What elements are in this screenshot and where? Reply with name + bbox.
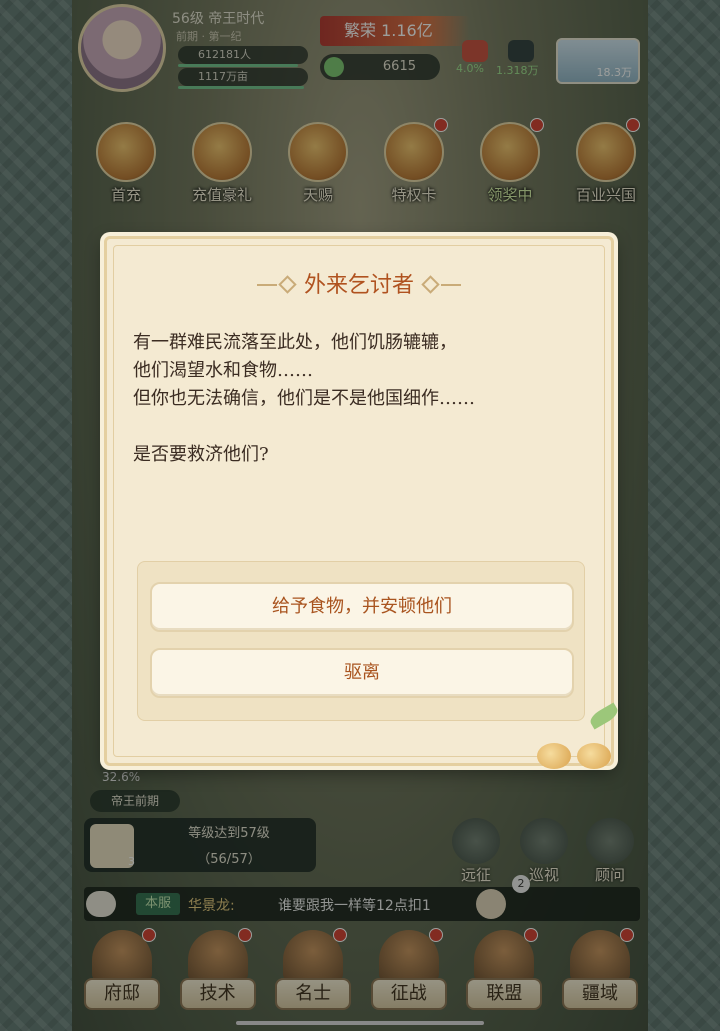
dialog-line: 但你也无法确信，他们是不是他国细作…… — [133, 388, 475, 409]
chat-badge: 2 — [512, 875, 530, 893]
stat-a-value: 1.318万 — [496, 64, 539, 77]
dialog-title-row: 外来乞讨者 — [107, 269, 611, 303]
chat-channel-tag: 本服 — [136, 893, 180, 915]
era-progress-percent: 32.6% — [102, 770, 141, 784]
reward-icon — [480, 122, 540, 182]
nav-scholars[interactable]: 名士 — [269, 928, 357, 1018]
dialog-title: 外来乞讨者 — [303, 273, 414, 298]
task-text: 等级达到57级 — [188, 826, 270, 841]
bird-icon — [537, 743, 571, 769]
birds-decoration — [533, 702, 621, 769]
accept-refugees-button[interactable]: 给予食物，并安顿他们 — [150, 582, 574, 632]
land-bar: 1117万亩 — [178, 68, 308, 89]
scroll-count: 3 — [128, 855, 135, 868]
advisor-icon[interactable] — [508, 40, 534, 62]
event-dialog: 外来乞讨者 有一群难民流落至此处，他们饥肠辘辘， 他们渴望水和食物…… 但你也无… — [104, 236, 621, 769]
alert-dot — [524, 928, 539, 942]
dialog-body: 有一群难民流落至此处，他们饥肠辘辘， 他们渴望水和食物…… 但你也无法确信，他们… — [133, 329, 593, 469]
stat-b-value: 18.3万 — [596, 66, 633, 79]
first-recharge-icon — [96, 122, 156, 182]
fist-icon[interactable] — [476, 889, 506, 919]
expel-refugees-button[interactable]: 驱离 — [150, 648, 574, 698]
right-pattern-border — [648, 0, 720, 1031]
alert-dot — [428, 928, 443, 942]
alert-dot — [142, 928, 156, 942]
player-era: 前期 · 第一纪 — [176, 30, 242, 43]
title-ornament-right — [441, 284, 461, 286]
population-value: 612181人 — [198, 48, 251, 61]
left-pattern-border — [0, 0, 72, 1031]
era-tag: 帝王前期 — [90, 790, 180, 812]
population-bar: 612181人 — [178, 46, 308, 67]
region-thumbnail[interactable]: 18.3万 — [556, 38, 640, 84]
land-value: 1117万亩 — [198, 70, 248, 83]
land-fill — [178, 86, 304, 89]
advisor-portrait-icon — [586, 818, 634, 864]
nav-campaign[interactable]: 征战 — [365, 928, 453, 1018]
home-indicator[interactable] — [236, 1021, 484, 1025]
coin-icon — [324, 57, 344, 77]
player-avatar[interactable] — [78, 4, 166, 92]
chat-bar[interactable]: 本服 华景龙: 谁要跟我一样等12点扣1 2 — [84, 875, 640, 921]
level-task-panel[interactable]: 3 等级达到57级 （56/57） — [84, 818, 316, 872]
alert-dot — [434, 118, 448, 132]
prosper-nation-icon — [576, 122, 636, 182]
feature-icon-row: 首充 充值豪礼 天赐 特权卡 领奖中 百业兴国 — [86, 118, 646, 205]
chat-message: 谁要跟我一样等12点扣1 — [278, 898, 431, 914]
claiming-rewards-button[interactable]: 领奖中 — [470, 118, 550, 205]
player-level-title: 56级 帝王时代 — [172, 11, 265, 27]
expedition-button[interactable]: 远征 — [444, 818, 508, 885]
recharge-gift-button[interactable]: 充值豪礼 — [182, 122, 262, 205]
coin-counter[interactable]: 6615 — [320, 54, 440, 80]
population-fill — [178, 64, 298, 67]
treasure-chest-icon — [192, 122, 252, 182]
growth-icon[interactable] — [462, 40, 488, 62]
chat-sender: 华景龙: — [188, 898, 235, 914]
heavenly-gift-button[interactable]: 天赐 — [278, 122, 358, 205]
nav-territory[interactable]: 疆域 — [556, 928, 644, 1018]
alert-dot — [333, 928, 348, 942]
prosperity-banner[interactable]: 繁荣 1.16亿 — [320, 16, 470, 46]
alert-dot — [626, 118, 640, 132]
chat-bubble-icon[interactable] — [86, 891, 116, 917]
options-panel: 给予食物，并安顿他们 驱离 — [137, 561, 585, 721]
nav-alliance[interactable]: 联盟 — [460, 928, 548, 1018]
nav-technology[interactable]: 技术 — [174, 928, 262, 1018]
alert-dot — [619, 928, 634, 942]
magnifier-icon — [520, 818, 568, 864]
scroll-book-icon — [288, 122, 348, 182]
privilege-card-icon — [384, 122, 444, 182]
privilege-card-button[interactable]: 特权卡 — [374, 118, 454, 205]
dialog-question: 是否要救济他们? — [133, 444, 269, 465]
task-progress: （56/57） — [197, 852, 261, 867]
dialog-line: 他们渴望水和食物…… — [133, 360, 313, 381]
dialog-line: 有一群难民流落至此处，他们饥肠辘辘， — [133, 332, 457, 353]
first-recharge-button[interactable]: 首充 — [86, 122, 166, 205]
growth-value: 4.0% — [456, 62, 484, 75]
prosper-nation-button[interactable]: 百业兴国 — [566, 118, 646, 205]
bird-icon — [577, 743, 611, 769]
crossed-swords-icon — [452, 818, 500, 864]
advisor-button[interactable]: 顾问 — [578, 818, 642, 885]
nav-mansion[interactable]: 府邸 — [78, 928, 166, 1018]
alert-dot — [237, 928, 252, 942]
alert-dot — [530, 118, 544, 132]
bottom-navigation: 府邸 技术 名士 征战 联盟 疆域 — [78, 928, 644, 1018]
